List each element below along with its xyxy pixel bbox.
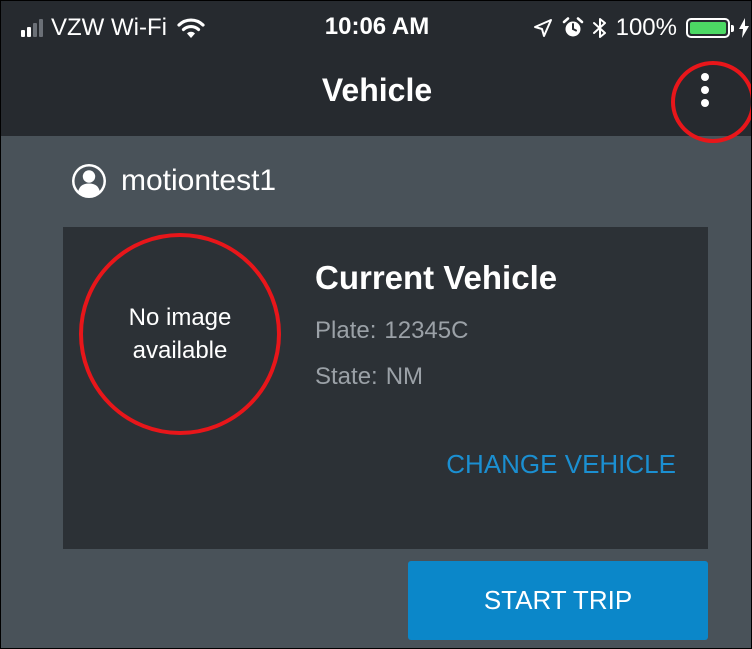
plate-value: 12345C <box>384 317 469 344</box>
user-circle-icon <box>72 164 106 198</box>
account-row: motiontest1 <box>71 163 276 199</box>
status-right: 100% <box>524 13 749 43</box>
vehicle-image-placeholder: No image available <box>79 233 281 435</box>
card-title: Current Vehicle <box>315 259 558 296</box>
start-trip-button[interactable]: START TRIP <box>408 561 708 640</box>
bluetooth-icon <box>592 18 606 38</box>
no-image-label: No image available <box>128 304 232 364</box>
state-label: State: <box>315 363 378 390</box>
alarm-clock-icon <box>562 17 583 37</box>
plate-info: Plate: 12345C <box>315 317 468 345</box>
change-vehicle-button[interactable]: CHANGE VEHICLE <box>446 449 676 480</box>
plate-label: Plate: <box>315 317 377 344</box>
battery-icon <box>686 18 734 38</box>
annotation-circle <box>671 61 751 143</box>
status-bar: VZW Wi-Fi 10:06 AM 100% <box>1 1 751 55</box>
charging-bolt-icon <box>739 18 749 38</box>
state-info: State: NM <box>315 363 423 391</box>
page-title: Vehicle <box>321 72 433 108</box>
nav-bar: Vehicle <box>1 55 751 143</box>
overflow-menu-button[interactable] <box>671 61 751 143</box>
location-arrow-icon <box>533 19 552 37</box>
state-value: NM <box>385 363 424 390</box>
username-label: motiontest1 <box>121 164 277 197</box>
app-screen: VZW Wi-Fi 10:06 AM 100% Vehicle motionte… <box>0 0 752 649</box>
vehicle-card: No image available Current Vehicle Plate… <box>63 227 708 549</box>
battery-percent: 100% <box>615 14 677 41</box>
